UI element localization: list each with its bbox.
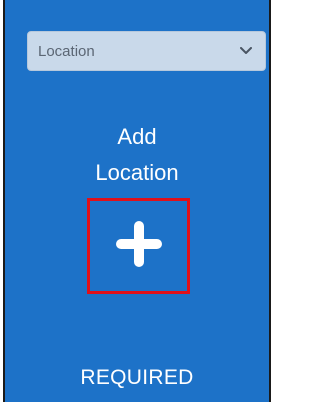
- add-location-title-line2: Location: [95, 160, 179, 185]
- add-location-title-line1: Add: [117, 124, 157, 149]
- location-select-value: Location: [38, 42, 95, 60]
- screenshot-frame: Location Add Location REQUIRED: [0, 0, 274, 402]
- plus-icon: [114, 219, 164, 274]
- chevron-down-icon: [239, 44, 253, 58]
- add-location-button[interactable]: [87, 198, 190, 294]
- required-label: REQUIRED: [80, 366, 194, 389]
- location-select[interactable]: Location: [27, 31, 266, 71]
- add-location-panel: Location Add Location REQUIRED: [3, 0, 271, 402]
